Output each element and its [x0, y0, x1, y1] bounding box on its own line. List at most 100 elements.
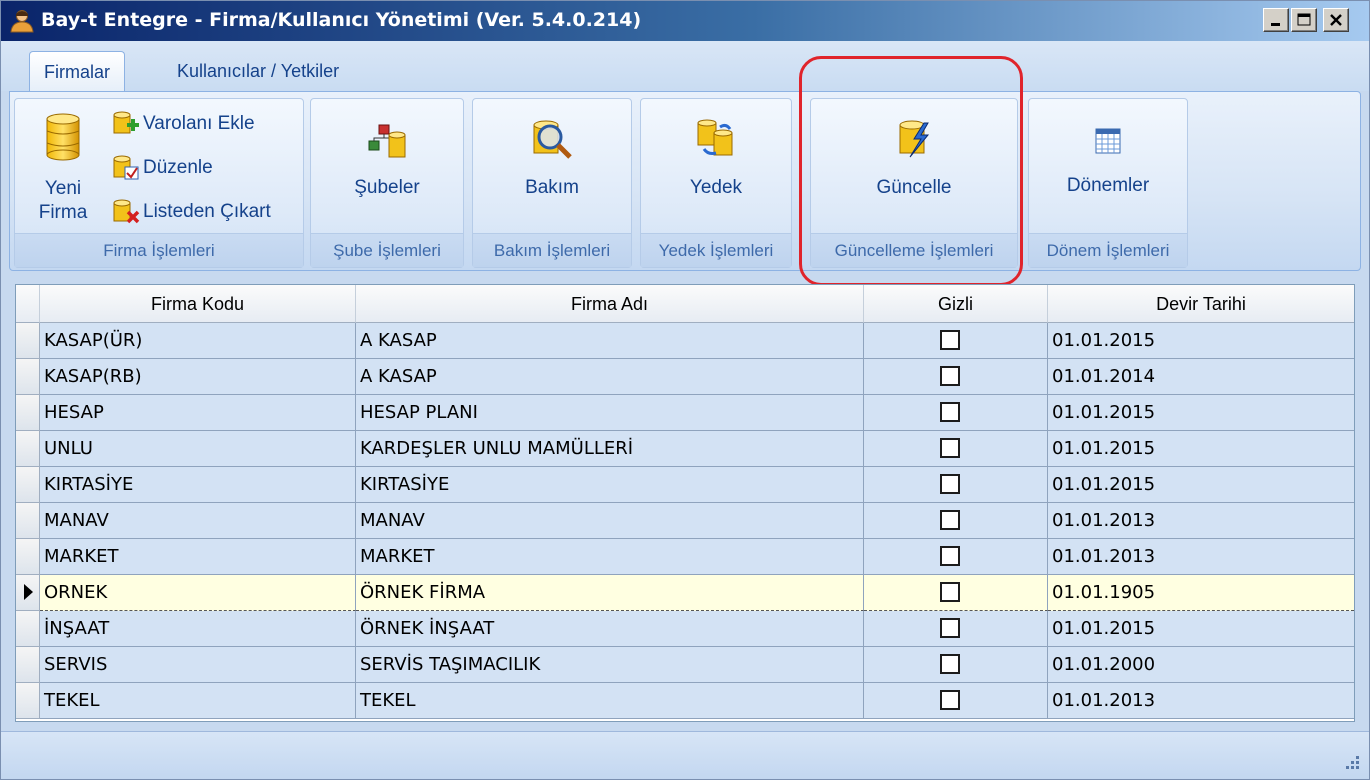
tab-strip: Firmalar Kullanıcılar / Yetkiler [1, 41, 1369, 91]
table-row[interactable]: KASAP(ÜR) A KASAP 01.01.2015 [16, 323, 1354, 359]
maintenance-button[interactable]: Bakım [473, 119, 631, 199]
cell-devir-tarihi[interactable]: 01.01.2013 [1048, 683, 1354, 719]
tab-firmalar[interactable]: Firmalar [29, 51, 125, 91]
company-grid[interactable]: Firma Kodu Firma Adı Gizli Devir Tarihi … [15, 284, 1355, 722]
row-indicator[interactable] [16, 395, 40, 431]
column-header-firma-kodu[interactable]: Firma Kodu [40, 285, 356, 323]
hidden-checkbox[interactable] [940, 618, 960, 638]
cell-firma-adi[interactable]: KIRTASİYE [356, 467, 864, 503]
cell-devir-tarihi[interactable]: 01.01.2015 [1048, 323, 1354, 359]
cell-firma-kodu[interactable]: UNLU [40, 431, 356, 467]
cell-gizli[interactable] [864, 359, 1048, 395]
row-indicator[interactable] [16, 359, 40, 395]
cell-devir-tarihi[interactable]: 01.01.2015 [1048, 431, 1354, 467]
hidden-checkbox[interactable] [940, 330, 960, 350]
row-indicator[interactable] [16, 503, 40, 539]
cell-gizli[interactable] [864, 467, 1048, 503]
cell-firma-adi[interactable]: MANAV [356, 503, 864, 539]
cell-firma-adi[interactable]: A KASAP [356, 359, 864, 395]
cell-gizli[interactable] [864, 395, 1048, 431]
cell-firma-kodu[interactable]: TEKEL [40, 683, 356, 719]
ribbon: Yeni Firma Varolanı Ekle Düzenle Listede… [9, 91, 1361, 271]
hidden-checkbox[interactable] [940, 474, 960, 494]
close-button[interactable] [1323, 8, 1349, 32]
cell-gizli[interactable] [864, 575, 1048, 611]
row-indicator[interactable] [16, 431, 40, 467]
hidden-checkbox[interactable] [940, 438, 960, 458]
cell-firma-kodu[interactable]: KASAP(RB) [40, 359, 356, 395]
cell-firma-kodu[interactable]: ORNEK [40, 575, 356, 611]
row-indicator[interactable] [16, 647, 40, 683]
cell-firma-adi[interactable]: HESAP PLANI [356, 395, 864, 431]
cell-firma-adi[interactable]: SERVİS TAŞIMACILIK [356, 647, 864, 683]
table-row[interactable]: MARKET MARKET 01.01.2013 [16, 539, 1354, 575]
cell-firma-kodu[interactable]: İNŞAAT [40, 611, 356, 647]
cell-devir-tarihi[interactable]: 01.01.2014 [1048, 359, 1354, 395]
cell-gizli[interactable] [864, 647, 1048, 683]
title-bar[interactable]: Bay-t Entegre - Firma/Kullanıcı Yönetimi… [1, 1, 1369, 41]
branches-button[interactable]: Şubeler [311, 123, 463, 199]
backup-button[interactable]: Yedek [641, 119, 791, 199]
cell-firma-kodu[interactable]: KASAP(ÜR) [40, 323, 356, 359]
table-row[interactable]: KIRTASİYE KIRTASİYE 01.01.2015 [16, 467, 1354, 503]
magnifier-database-icon [533, 120, 572, 159]
cell-devir-tarihi[interactable]: 01.01.2015 [1048, 611, 1354, 647]
cell-firma-kodu[interactable]: SERVIS [40, 647, 356, 683]
tab-kullanicilar-yetkiler[interactable]: Kullanıcılar / Yetkiler [163, 51, 353, 91]
cell-firma-adi[interactable]: A KASAP [356, 323, 864, 359]
cell-gizli[interactable] [864, 611, 1048, 647]
cell-firma-adi[interactable]: KARDEŞLER UNLU MAMÜLLERİ [356, 431, 864, 467]
resize-grip-icon[interactable] [1341, 751, 1361, 771]
cell-gizli[interactable] [864, 503, 1048, 539]
cell-devir-tarihi[interactable]: 01.01.2000 [1048, 647, 1354, 683]
row-indicator[interactable] [16, 323, 40, 359]
cell-gizli[interactable] [864, 683, 1048, 719]
minimize-button[interactable] [1263, 8, 1289, 32]
table-row[interactable]: UNLU KARDEŞLER UNLU MAMÜLLERİ 01.01.2015 [16, 431, 1354, 467]
table-row[interactable]: SERVIS SERVİS TAŞIMACILIK 01.01.2000 [16, 647, 1354, 683]
hidden-checkbox[interactable] [940, 546, 960, 566]
table-row[interactable]: KASAP(RB) A KASAP 01.01.2014 [16, 359, 1354, 395]
add-existing-button[interactable]: Varolanı Ekle [111, 109, 255, 139]
column-header-gizli[interactable]: Gizli [864, 285, 1048, 323]
table-row[interactable]: MANAV MANAV 01.01.2013 [16, 503, 1354, 539]
table-row[interactable]: ORNEK ÖRNEK FİRMA 01.01.1905 [16, 575, 1354, 611]
cell-devir-tarihi[interactable]: 01.01.1905 [1048, 575, 1354, 611]
cell-firma-adi[interactable]: MARKET [356, 539, 864, 575]
cell-firma-kodu[interactable]: HESAP [40, 395, 356, 431]
hidden-checkbox[interactable] [940, 510, 960, 530]
hidden-checkbox[interactable] [940, 654, 960, 674]
cell-devir-tarihi[interactable]: 01.01.2013 [1048, 539, 1354, 575]
cell-devir-tarihi[interactable]: 01.01.2013 [1048, 503, 1354, 539]
cell-gizli[interactable] [864, 539, 1048, 575]
periods-button[interactable]: Dönemler [1029, 127, 1187, 197]
row-indicator[interactable] [16, 467, 40, 503]
row-indicator[interactable] [16, 575, 40, 611]
remove-from-list-button[interactable]: Listeden Çıkart [111, 197, 271, 227]
cell-gizli[interactable] [864, 323, 1048, 359]
maximize-button[interactable] [1291, 8, 1317, 32]
cell-devir-tarihi[interactable]: 01.01.2015 [1048, 467, 1354, 503]
edit-button[interactable]: Düzenle [111, 153, 213, 183]
table-row[interactable]: İNŞAAT ÖRNEK İNŞAAT 01.01.2015 [16, 611, 1354, 647]
cell-firma-kodu[interactable]: MANAV [40, 503, 356, 539]
new-company-button[interactable]: Yeni Firma [23, 113, 103, 225]
hidden-checkbox[interactable] [940, 366, 960, 386]
row-indicator[interactable] [16, 683, 40, 719]
table-row[interactable]: HESAP HESAP PLANI 01.01.2015 [16, 395, 1354, 431]
cell-firma-adi[interactable]: ÖRNEK FİRMA [356, 575, 864, 611]
hidden-checkbox[interactable] [940, 690, 960, 710]
hidden-checkbox[interactable] [940, 402, 960, 422]
cell-firma-kodu[interactable]: KIRTASİYE [40, 467, 356, 503]
cell-devir-tarihi[interactable]: 01.01.2015 [1048, 395, 1354, 431]
cell-firma-adi[interactable]: ÖRNEK İNŞAAT [356, 611, 864, 647]
row-indicator[interactable] [16, 539, 40, 575]
row-indicator[interactable] [16, 611, 40, 647]
column-header-devir-tarihi[interactable]: Devir Tarihi [1048, 285, 1354, 323]
cell-gizli[interactable] [864, 431, 1048, 467]
table-row[interactable]: TEKEL TEKEL 01.01.2013 [16, 683, 1354, 719]
cell-firma-kodu[interactable]: MARKET [40, 539, 356, 575]
cell-firma-adi[interactable]: TEKEL [356, 683, 864, 719]
hidden-checkbox[interactable] [940, 582, 960, 602]
column-header-firma-adi[interactable]: Firma Adı [356, 285, 864, 323]
